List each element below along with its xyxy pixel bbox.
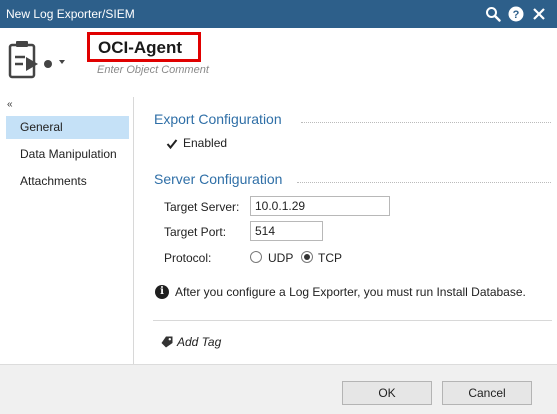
- sidebar-item-attachments[interactable]: Attachments: [6, 170, 129, 193]
- object-name: OCI-Agent: [98, 38, 183, 57]
- svg-text:?: ?: [513, 9, 520, 21]
- title-bar: New Log Exporter/SIEM ?: [0, 0, 557, 28]
- close-icon[interactable]: [530, 5, 548, 23]
- log-exporter-icon[interactable]: [8, 40, 65, 80]
- help-icon[interactable]: ?: [507, 5, 525, 23]
- udp-radio[interactable]: [250, 251, 262, 263]
- target-port-input[interactable]: 514: [250, 221, 323, 241]
- cancel-button[interactable]: Cancel: [442, 381, 532, 405]
- section-divider: [301, 122, 551, 123]
- server-config-heading: Server Configuration: [154, 171, 283, 187]
- window-title: New Log Exporter/SIEM: [6, 7, 135, 21]
- section-divider: [297, 182, 551, 183]
- add-tag-link[interactable]: Add Tag: [177, 335, 221, 349]
- enabled-checkbox[interactable]: [165, 137, 178, 150]
- udp-label: UDP: [268, 251, 294, 265]
- sidebar-item-data-manipulation[interactable]: Data Manipulation: [6, 143, 129, 166]
- general-panel: Export Configuration Enabled Server Conf…: [135, 97, 557, 364]
- object-header: OCI-Agent Enter Object Comment: [0, 28, 557, 88]
- tag-icon[interactable]: [161, 336, 173, 348]
- object-comment-field[interactable]: Enter Object Comment: [97, 64, 209, 76]
- object-name-field[interactable]: OCI-Agent: [87, 32, 201, 62]
- info-icon: i: [155, 285, 169, 299]
- info-message: After you configure a Log Exporter, you …: [175, 285, 526, 299]
- search-icon[interactable]: [484, 5, 502, 23]
- protocol-label: Protocol:: [164, 251, 212, 265]
- enabled-label: Enabled: [183, 136, 228, 150]
- tcp-radio[interactable]: [301, 251, 313, 263]
- tag-divider: [153, 320, 552, 321]
- export-config-heading: Export Configuration: [154, 111, 282, 127]
- dialog-footer: OK Cancel: [0, 364, 557, 414]
- tcp-label: TCP: [318, 251, 342, 265]
- target-server-label: Target Server:: [164, 200, 240, 214]
- target-port-label: Target Port:: [164, 225, 227, 239]
- collapse-sidebar-icon[interactable]: «: [7, 99, 13, 110]
- ok-button[interactable]: OK: [342, 381, 432, 405]
- target-server-input[interactable]: 10.0.1.29: [250, 196, 390, 216]
- sidebar: « General Data Manipulation Attachments: [0, 97, 134, 364]
- sidebar-item-general[interactable]: General: [6, 116, 129, 139]
